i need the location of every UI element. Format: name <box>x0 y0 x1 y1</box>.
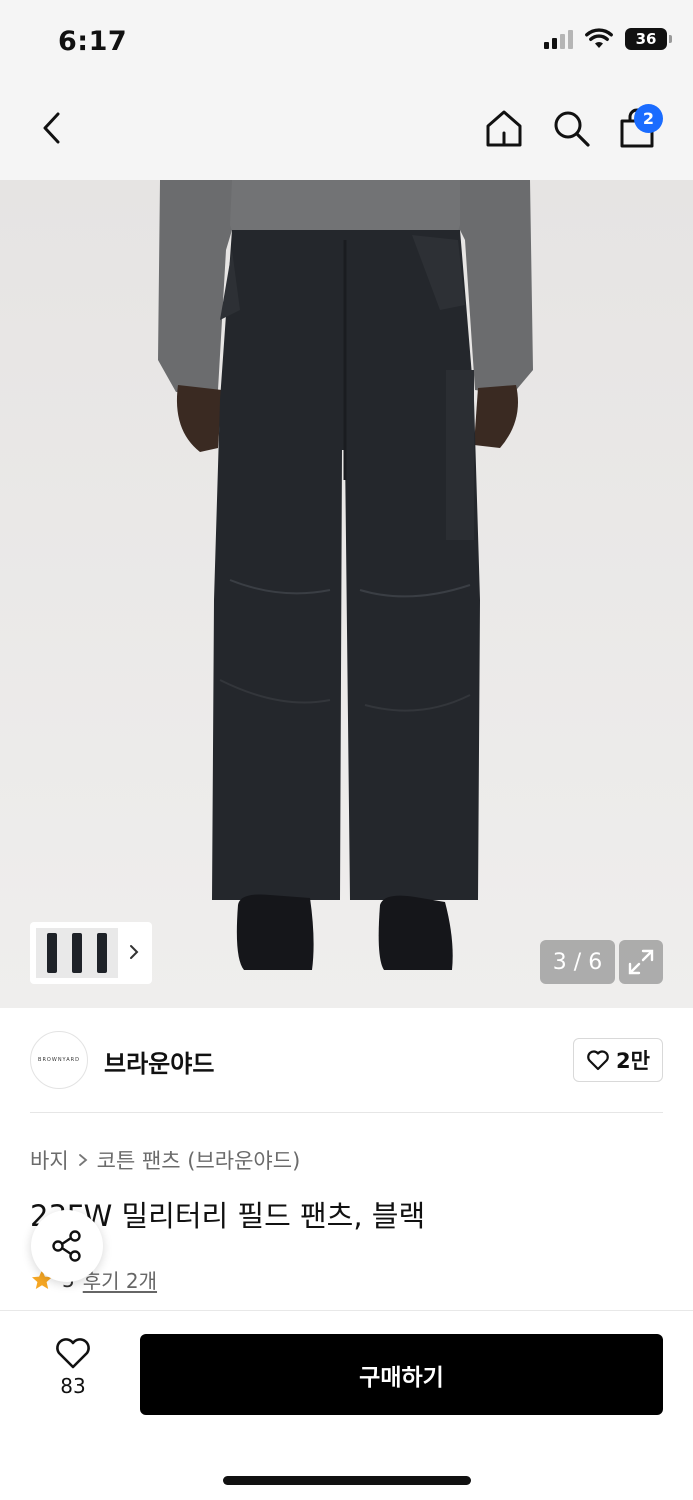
wishlist-button[interactable]: 83 <box>40 1336 106 1410</box>
search-icon <box>554 111 590 147</box>
heart-icon <box>587 1050 609 1071</box>
heart-icon <box>56 1338 90 1369</box>
cellular-signal-icon <box>544 29 573 49</box>
breadcrumb-subcategory[interactable]: 코튼 팬츠 (브라운야드) <box>97 1145 301 1175</box>
brand-like-count: 2만 <box>616 1049 650 1073</box>
cart-count-badge: 2 <box>634 104 663 133</box>
brand-logo-text: BROWNYARD <box>38 1057 80 1063</box>
share-icon <box>52 1230 81 1262</box>
home-icon <box>486 110 522 147</box>
chevron-left-icon <box>43 112 60 144</box>
buy-button[interactable]: 구매하기 <box>140 1334 663 1415</box>
brand-logo[interactable]: BROWNYARD <box>30 1031 88 1089</box>
search-button[interactable] <box>549 106 593 150</box>
breadcrumb-category[interactable]: 바지 <box>30 1145 69 1175</box>
expand-image-button[interactable] <box>619 940 663 984</box>
brand-like-button[interactable]: 2만 <box>573 1038 663 1082</box>
brand-name[interactable]: 브라운야드 <box>104 1044 214 1079</box>
thumbnail-strip[interactable] <box>30 922 152 984</box>
status-time: 6:17 <box>58 26 128 57</box>
divider <box>30 1112 663 1113</box>
home-indicator <box>223 1476 471 1485</box>
home-button[interactable] <box>482 106 526 150</box>
chevron-right-icon <box>130 945 139 959</box>
share-button[interactable] <box>31 1210 103 1282</box>
status-icons: 36 <box>544 28 672 50</box>
wishlist-count: 83 <box>60 1374 86 1398</box>
product-image[interactable]: 3 / 6 <box>0 180 693 1008</box>
product-photo <box>0 180 693 1008</box>
wifi-icon <box>585 28 613 48</box>
thumbnail-image <box>36 928 118 978</box>
image-counter: 3 / 6 <box>540 940 615 984</box>
battery-indicator: 36 <box>625 28 672 50</box>
chevron-right-icon <box>78 1154 88 1166</box>
expand-icon <box>628 949 654 975</box>
breadcrumb: 바지 코튼 팬츠 (브라운야드) <box>30 1145 300 1175</box>
back-button[interactable] <box>30 106 74 150</box>
top-bar: 6:17 36 2 <box>0 0 693 180</box>
